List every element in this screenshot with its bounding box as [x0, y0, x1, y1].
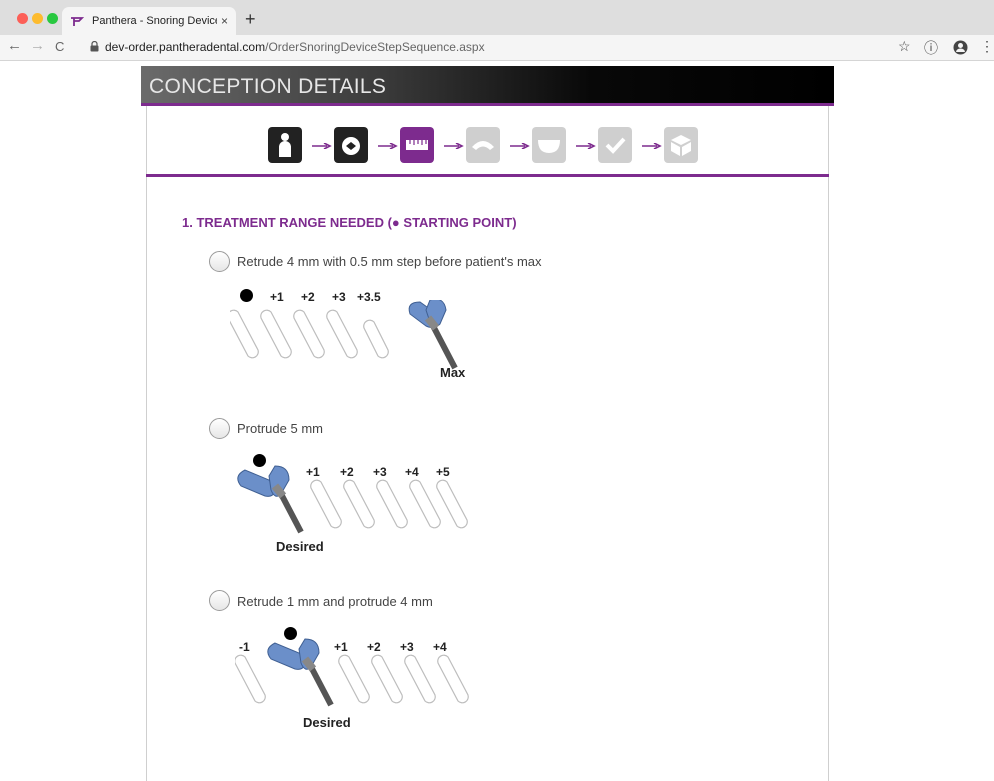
step-arrow-icon: [312, 143, 332, 149]
max-caption: Max: [440, 365, 466, 380]
bookmark-star-icon[interactable]: ☆: [898, 38, 911, 55]
window-minimize-button[interactable]: [32, 13, 43, 24]
ruler-icon: [406, 140, 428, 150]
page-header: CONCEPTION DETAILS: [141, 66, 834, 106]
check-icon: [605, 137, 626, 154]
lock-icon: [90, 41, 99, 52]
step-1-patient[interactable]: [268, 127, 302, 163]
option-retrude-protrude-label[interactable]: Retrude 1 mm and protrude 4 mm: [237, 594, 433, 609]
patient-icon: [279, 133, 291, 157]
browser-tab-strip: Panthera - Snoring Device Order × +: [0, 0, 994, 35]
device-icon: [237, 465, 304, 534]
step-5-tray[interactable]: [532, 127, 566, 163]
device-icon: [408, 300, 458, 370]
reload-button[interactable]: C: [55, 39, 64, 54]
address-bar[interactable]: dev-order.pantheradental.com/OrderSnorin…: [105, 40, 485, 54]
option-protrude-radio[interactable]: [209, 418, 230, 439]
device-icon: [472, 141, 494, 150]
steps-divider: [146, 174, 829, 177]
step-4-device[interactable]: [466, 127, 500, 163]
page-title: CONCEPTION DETAILS: [149, 75, 387, 98]
tooth-scan-icon: [342, 137, 360, 155]
option-retrude-protrude-radio[interactable]: [209, 590, 230, 611]
new-tab-button[interactable]: +: [245, 9, 256, 30]
browser-tab[interactable]: Panthera - Snoring Device Order ×: [62, 7, 236, 35]
device-icon: [267, 638, 334, 707]
box-icon: [671, 135, 691, 156]
window-close-button[interactable]: [17, 13, 28, 24]
step-arrow-icon: [510, 143, 530, 149]
step-arrow-icon: [576, 143, 596, 149]
step-arrow-icon: [378, 143, 398, 149]
panthera-favicon-icon: [71, 17, 84, 26]
desired-caption: Desired: [276, 539, 324, 554]
url-host: dev-order.pantheradental.com: [105, 40, 266, 54]
retrude-protrude-splints-illustration: [235, 638, 469, 707]
info-icon[interactable]: ⓘ: [924, 38, 938, 58]
profile-avatar-icon[interactable]: [953, 40, 968, 55]
step-2-scan[interactable]: [334, 127, 368, 163]
step-arrow-icon: [642, 143, 662, 149]
step-7-package[interactable]: [664, 127, 698, 163]
desired-caption: Desired: [303, 715, 351, 730]
option-retrude-label[interactable]: Retrude 4 mm with 0.5 mm step before pat…: [237, 254, 542, 269]
tab-close-icon[interactable]: ×: [221, 14, 228, 28]
tab-title: Panthera - Snoring Device Order: [92, 15, 217, 27]
step-6-confirm[interactable]: [598, 127, 632, 163]
step-3-measure[interactable]: [400, 127, 434, 163]
option-retrude-radio[interactable]: [209, 251, 230, 272]
protrude-splints-illustration: [237, 465, 468, 534]
browser-menu-icon[interactable]: ⋮: [980, 38, 994, 55]
browser-toolbar: ← → C dev-order.pantheradental.com/Order…: [0, 35, 994, 61]
step-arrow-icon: [444, 143, 464, 149]
section-title: 1. TREATMENT RANGE NEEDED (● STARTING PO…: [182, 215, 517, 230]
window-zoom-button[interactable]: [47, 13, 58, 24]
forward-button[interactable]: →: [30, 37, 45, 54]
back-button[interactable]: ←: [7, 37, 22, 54]
option-protrude-label[interactable]: Protrude 5 mm: [237, 421, 323, 436]
url-path: /OrderSnoringDeviceStepSequence.aspx: [265, 40, 485, 54]
tray-icon: [538, 140, 560, 153]
